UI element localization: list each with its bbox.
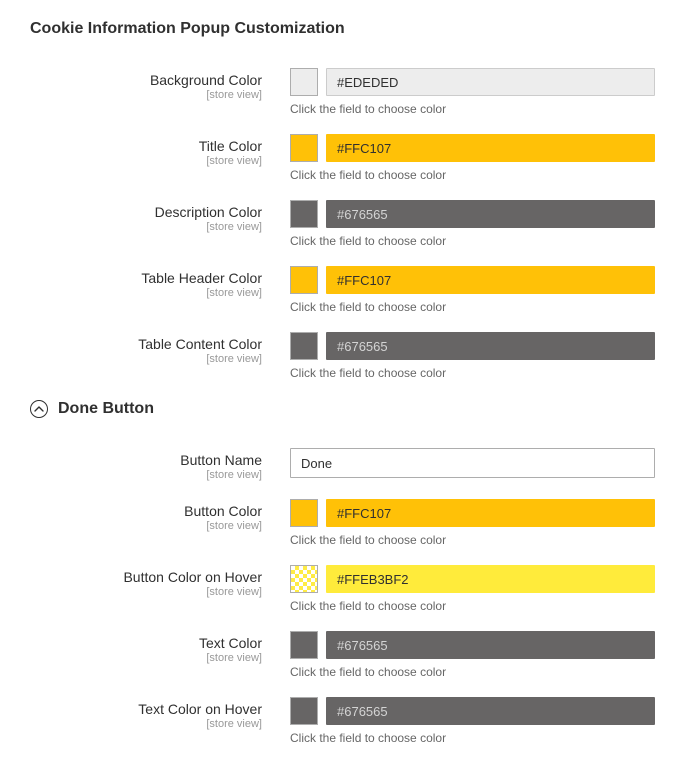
- hint-background-color: Click the field to choose color: [290, 102, 655, 116]
- input-button-name[interactable]: [290, 448, 655, 478]
- field-table-content-color: Table Content Color [store view] Click t…: [30, 332, 655, 380]
- field-text-color: Text Color [store view] Click the field …: [30, 631, 655, 679]
- field-button-color: Button Color [store view] Click the fiel…: [30, 499, 655, 547]
- input-description-color[interactable]: [326, 200, 655, 228]
- scope-description-color: [store view]: [30, 221, 262, 233]
- scope-button-name: [store view]: [30, 469, 262, 481]
- swatch-background-color[interactable]: [290, 68, 318, 96]
- swatch-button-color[interactable]: [290, 499, 318, 527]
- field-background-color: Background Color [store view] Click the …: [30, 68, 655, 116]
- label-button-name: Button Name: [30, 452, 262, 468]
- swatch-button-color-hover[interactable]: [290, 565, 318, 593]
- label-background-color: Background Color: [30, 72, 262, 88]
- fieldset-title-done-button[interactable]: Done Button: [58, 400, 154, 418]
- field-text-color-hover: Text Color on Hover [store view] Click t…: [30, 697, 655, 745]
- scope-button-color-hover: [store view]: [30, 586, 262, 598]
- hint-description-color: Click the field to choose color: [290, 234, 655, 248]
- chevron-up-icon[interactable]: [30, 400, 48, 418]
- hint-table-header-color: Click the field to choose color: [290, 300, 655, 314]
- swatch-text-color-hover[interactable]: [290, 697, 318, 725]
- field-title-color: Title Color [store view] Click the field…: [30, 134, 655, 182]
- hint-button-color: Click the field to choose color: [290, 533, 655, 547]
- hint-button-color-hover: Click the field to choose color: [290, 599, 655, 613]
- input-button-color-hover[interactable]: [326, 565, 655, 593]
- field-button-color-hover: Button Color on Hover [store view] Click…: [30, 565, 655, 613]
- scope-table-header-color: [store view]: [30, 287, 262, 299]
- hint-title-color: Click the field to choose color: [290, 168, 655, 182]
- field-table-header-color: Table Header Color [store view] Click th…: [30, 266, 655, 314]
- input-text-color-hover[interactable]: [326, 697, 655, 725]
- scope-background-color: [store view]: [30, 89, 262, 101]
- input-button-color[interactable]: [326, 499, 655, 527]
- field-button-name: Button Name [store view]: [30, 448, 655, 481]
- label-button-color: Button Color: [30, 503, 262, 519]
- scope-table-content-color: [store view]: [30, 353, 262, 365]
- hint-text-color-hover: Click the field to choose color: [290, 731, 655, 745]
- section-title-cookie-popup-customization: Cookie Information Popup Customization: [30, 20, 655, 38]
- label-button-color-hover: Button Color on Hover: [30, 569, 262, 585]
- swatch-title-color[interactable]: [290, 134, 318, 162]
- field-description-color: Description Color [store view] Click the…: [30, 200, 655, 248]
- swatch-table-header-color[interactable]: [290, 266, 318, 294]
- swatch-text-color[interactable]: [290, 631, 318, 659]
- swatch-table-content-color[interactable]: [290, 332, 318, 360]
- input-title-color[interactable]: [326, 134, 655, 162]
- label-title-color: Title Color: [30, 138, 262, 154]
- label-table-header-color: Table Header Color: [30, 270, 262, 286]
- swatch-description-color[interactable]: [290, 200, 318, 228]
- fieldset-done-button: Done Button: [30, 400, 655, 418]
- scope-title-color: [store view]: [30, 155, 262, 167]
- scope-text-color-hover: [store view]: [30, 718, 262, 730]
- label-text-color-hover: Text Color on Hover: [30, 701, 262, 717]
- label-text-color: Text Color: [30, 635, 262, 651]
- scope-text-color: [store view]: [30, 652, 262, 664]
- label-description-color: Description Color: [30, 204, 262, 220]
- label-table-content-color: Table Content Color: [30, 336, 262, 352]
- input-table-content-color[interactable]: [326, 332, 655, 360]
- input-table-header-color[interactable]: [326, 266, 655, 294]
- scope-button-color: [store view]: [30, 520, 262, 532]
- hint-text-color: Click the field to choose color: [290, 665, 655, 679]
- input-background-color[interactable]: [326, 68, 655, 96]
- input-text-color[interactable]: [326, 631, 655, 659]
- hint-table-content-color: Click the field to choose color: [290, 366, 655, 380]
